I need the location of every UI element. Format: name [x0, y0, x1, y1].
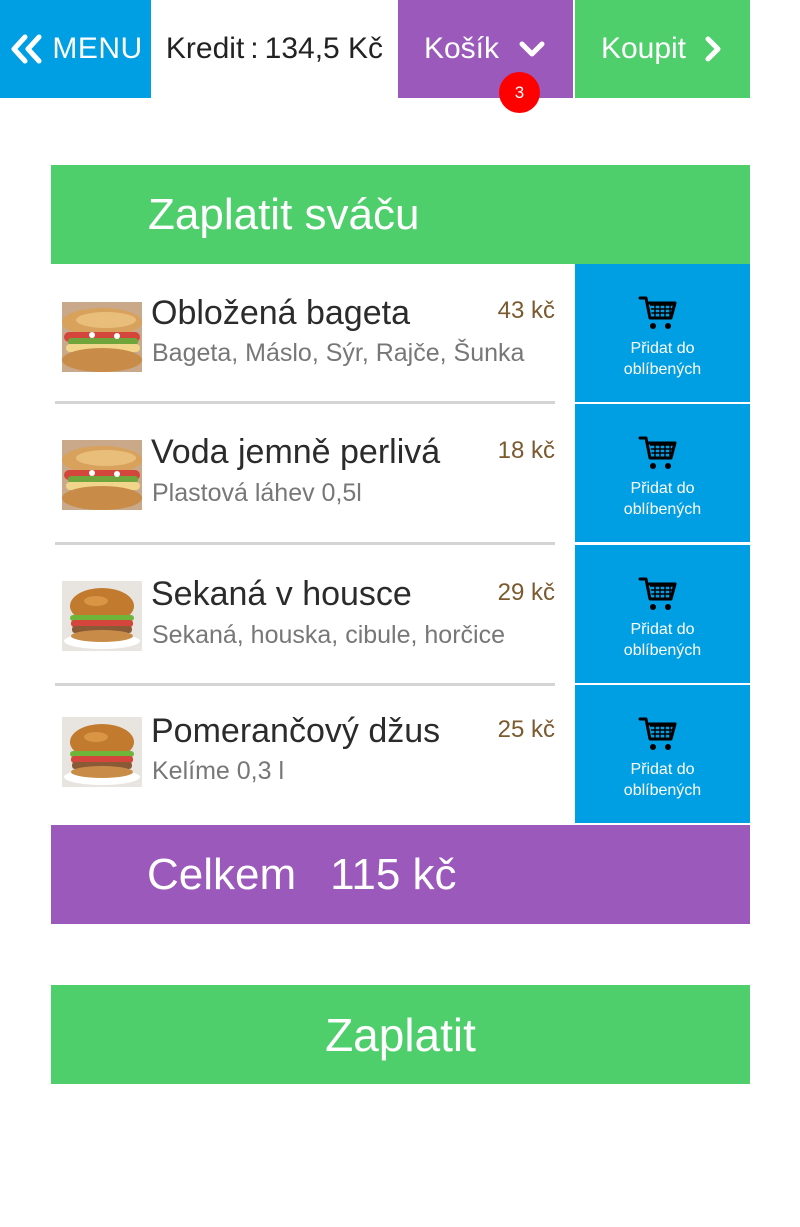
- cart-label: Košík: [423, 32, 500, 65]
- fav-label-line1: Přidat do: [630, 340, 695, 357]
- product-name: Sekaná v housce: [151, 575, 412, 613]
- product-thumbnail: [62, 581, 142, 651]
- credit-value: 134,5 Kč: [264, 32, 384, 65]
- chevron-right-icon: [705, 36, 721, 62]
- add-to-favorites-button[interactable]: Přidat do oblíbených: [575, 685, 750, 823]
- credit-label: Kredit: [165, 32, 245, 65]
- menu-label: MENU: [52, 32, 143, 65]
- product-price: 25 kč: [497, 716, 555, 743]
- shopping-cart-icon: [638, 577, 677, 610]
- product-price: 43 kč: [497, 297, 555, 324]
- total-label: Celkem: [147, 849, 297, 899]
- fav-label-line2: oblíbených: [623, 501, 702, 518]
- product-name: Obložená bageta: [151, 294, 410, 332]
- list-item: Pomerančový džus 25 kč Kelíme 0,3 l Přid…: [51, 685, 750, 824]
- total-value: 115 kč: [330, 849, 457, 899]
- fav-label-line1: Přidat do: [630, 621, 695, 638]
- add-to-favorites-label: Přidat do oblíbených: [575, 619, 750, 661]
- add-to-favorites-button[interactable]: Přidat do oblíbených: [575, 264, 750, 402]
- fav-label-line1: Přidat do: [630, 761, 695, 778]
- product-price: 18 kč: [497, 437, 555, 464]
- total-bar: Celkem 115 kč: [51, 825, 750, 924]
- top-bar: MENU Kredit : 134,5 Kč Košík Koupit 3: [0, 0, 800, 113]
- list-item: Obložená bageta 43 kč Bageta, Máslo, Sýr…: [51, 264, 750, 404]
- credit-display: Kredit : 134,5 Kč: [151, 0, 398, 98]
- product-thumbnail: [62, 302, 142, 372]
- product-description: Sekaná, houska, cibule, horčice: [152, 621, 505, 649]
- product-name: Pomerančový džus: [151, 712, 441, 750]
- add-to-favorites-label: Přidat do oblíbených: [575, 338, 750, 380]
- fav-label-line1: Přidat do: [630, 480, 695, 497]
- pay-button[interactable]: Zaplatit: [51, 985, 750, 1084]
- product-thumbnail: [62, 440, 142, 510]
- section-title: Zaplatit sváču: [51, 165, 750, 264]
- shopping-cart-icon: [638, 717, 677, 750]
- fav-label-line2: oblíbených: [623, 642, 702, 659]
- chevron-down-icon: [519, 41, 545, 57]
- product-description: Kelíme 0,3 l: [152, 757, 285, 785]
- fav-label-line2: oblíbených: [623, 361, 702, 378]
- product-thumbnail: [62, 717, 142, 787]
- shopping-cart-icon: [638, 436, 677, 469]
- buy-label: Koupit: [600, 32, 687, 65]
- cart-button[interactable]: Košík: [398, 0, 573, 98]
- product-description: Bageta, Máslo, Sýr, Rajče, Šunka: [152, 339, 525, 367]
- cart-count-badge: 3: [499, 72, 540, 113]
- add-to-favorites-button[interactable]: Přidat do oblíbených: [575, 545, 750, 683]
- menu-button[interactable]: MENU: [0, 0, 151, 98]
- add-to-favorites-button[interactable]: Přidat do oblíbených: [575, 404, 750, 542]
- add-to-favorites-label: Přidat do oblíbených: [575, 759, 750, 801]
- product-name: Voda jemně perlivá: [151, 433, 441, 471]
- double-chevron-left-icon: [11, 34, 42, 64]
- product-description: Plastová láhev 0,5l: [152, 479, 362, 507]
- fav-label-line2: oblíbených: [623, 782, 702, 799]
- product-price: 29 kč: [497, 579, 555, 606]
- shopping-cart-icon: [638, 296, 677, 329]
- add-to-favorites-label: Přidat do oblíbených: [575, 478, 750, 520]
- credit-separator: :: [250, 32, 259, 65]
- list-item: Sekaná v housce 29 kč Sekaná, houska, ci…: [51, 545, 750, 686]
- buy-button[interactable]: Koupit: [575, 0, 750, 98]
- list-item: Voda jemně perlivá 18 kč Plastová láhev …: [51, 404, 750, 545]
